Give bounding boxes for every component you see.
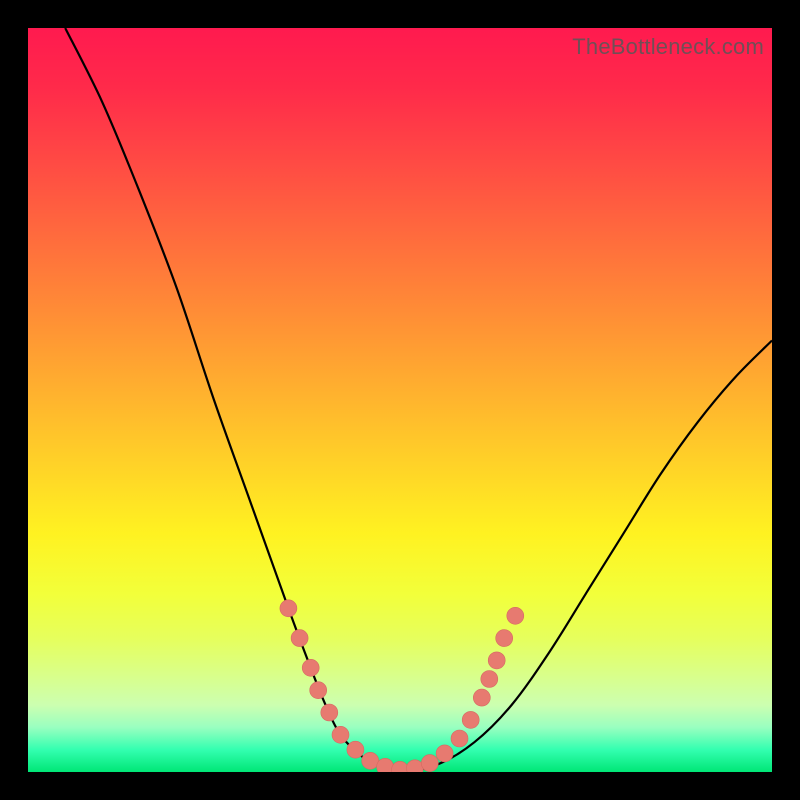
- curve-marker: [473, 689, 490, 706]
- curve-marker: [507, 607, 524, 624]
- curve-marker: [406, 760, 423, 772]
- curve-marker: [362, 752, 379, 769]
- curve-marker: [421, 755, 438, 772]
- marker-group: [280, 600, 524, 772]
- curve-marker: [436, 745, 453, 762]
- curve-marker: [462, 711, 479, 728]
- curve-marker: [310, 682, 327, 699]
- bottleneck-curve-path: [65, 28, 772, 772]
- bottleneck-curve-svg: [28, 28, 772, 772]
- curve-marker: [451, 730, 468, 747]
- curve-marker: [332, 726, 349, 743]
- plot-area: TheBottleneck.com: [28, 28, 772, 772]
- curve-marker: [347, 741, 364, 758]
- curve-marker: [291, 630, 308, 647]
- curve-marker: [302, 659, 319, 676]
- curve-marker: [280, 600, 297, 617]
- curve-marker: [321, 704, 338, 721]
- curve-marker: [496, 630, 513, 647]
- curve-marker: [488, 652, 505, 669]
- curve-marker: [392, 761, 409, 772]
- curve-marker: [481, 671, 498, 688]
- curve-marker: [377, 758, 394, 772]
- chart-container: TheBottleneck.com: [0, 0, 800, 800]
